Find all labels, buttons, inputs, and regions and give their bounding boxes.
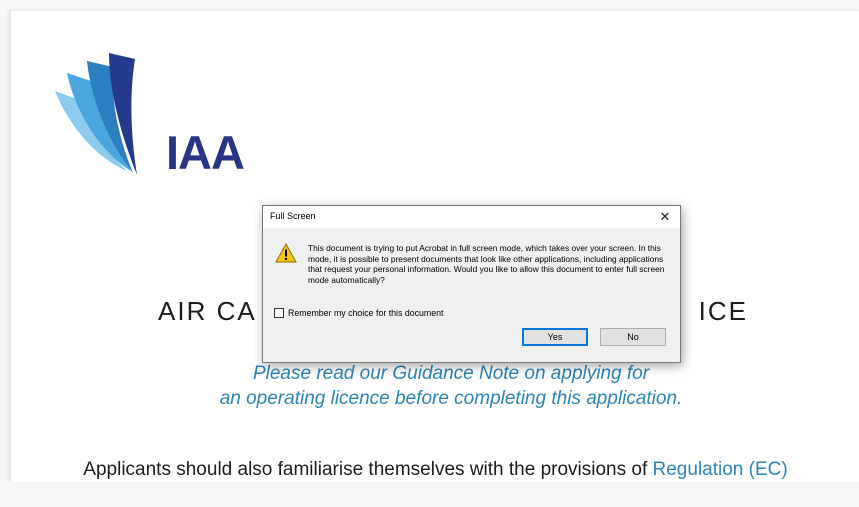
remember-choice-checkbox[interactable]: Remember my choice for this document xyxy=(274,308,443,318)
applicants-paragraph: Applicants should also familiarise thems… xyxy=(11,459,859,481)
dialog-message: This document is trying to put Acrobat i… xyxy=(308,243,665,286)
warning-icon xyxy=(275,243,297,263)
no-button[interactable]: No xyxy=(600,328,666,346)
dialog-titlebar: Full Screen ✕ xyxy=(263,206,680,228)
iaa-logo: IAA xyxy=(47,51,247,181)
remember-choice-label: Remember my choice for this document xyxy=(288,308,444,318)
logo-text: IAA xyxy=(166,126,245,179)
applicants-text: Applicants should also familiarise thems… xyxy=(83,459,653,480)
regulation-link[interactable]: Regulation (EC) xyxy=(653,459,788,480)
guidance-line-2: an operating licence before completing t… xyxy=(219,388,683,409)
document-title-right: ICE xyxy=(698,296,748,326)
yes-button[interactable]: Yes xyxy=(522,328,588,346)
close-icon[interactable]: ✕ xyxy=(650,206,680,228)
guidance-line-1: Please read our Guidance Note on applyin… xyxy=(252,363,650,384)
dialog-title: Full Screen xyxy=(270,211,316,221)
full-screen-dialog: Full Screen ✕ This document is trying to… xyxy=(262,205,681,363)
document-title-left: AIR CA xyxy=(158,296,257,326)
checkbox-box[interactable] xyxy=(274,308,284,318)
window-bottom-edge xyxy=(0,482,859,507)
